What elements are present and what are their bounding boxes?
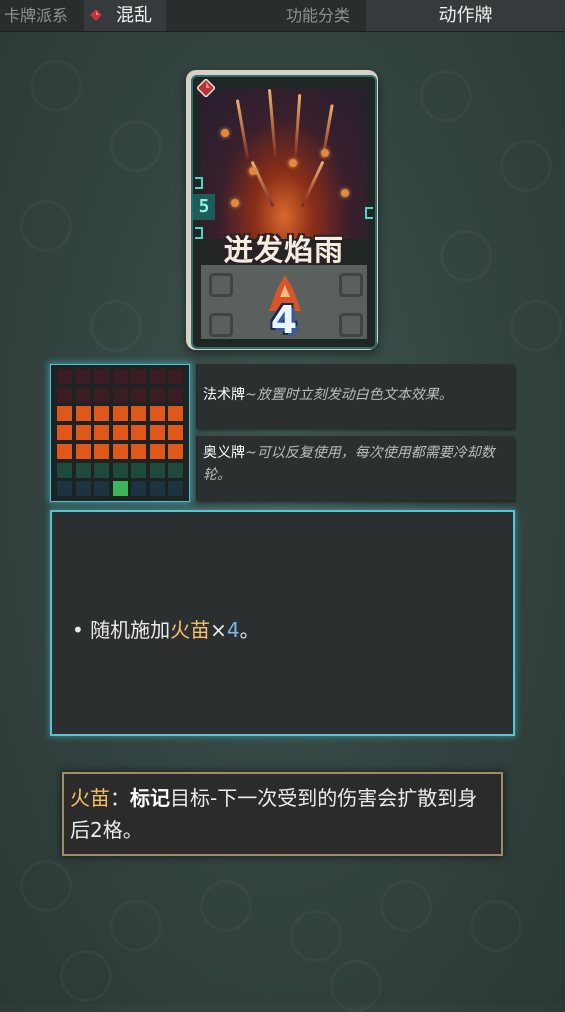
grid-cell (168, 462, 183, 478)
grid-cell (94, 369, 109, 384)
rune-icon (365, 207, 373, 219)
grid-cell (112, 425, 128, 441)
tooltip-term: 火苗 (70, 786, 110, 810)
function-selector[interactable]: 动作牌 (366, 0, 565, 31)
faction-selector[interactable]: 混乱 (84, 0, 166, 31)
grid-cell (112, 369, 128, 384)
effect-prefix: 随机施加 (90, 618, 171, 642)
grid-cell (131, 369, 146, 384)
grid-cell (149, 369, 165, 384)
card-face: 5 迸发焰雨 4 (191, 75, 377, 349)
grid-cell (149, 443, 165, 459)
grid-cell (57, 369, 72, 384)
grid-cell (168, 387, 183, 403)
grid-cell (57, 425, 72, 441)
card-preview: 5 迸发焰雨 4 (186, 70, 378, 350)
grid-cell (94, 462, 109, 478)
card-cost: 5 (193, 194, 215, 220)
rune-icon (195, 177, 203, 189)
grid-cell (94, 387, 109, 403)
grid-cell (168, 425, 183, 441)
info-text: ~放置时立刻发动白色文本效果。 (245, 387, 453, 403)
grid-cell (57, 462, 72, 478)
grid-cell (94, 481, 109, 497)
grid-cell (149, 406, 165, 422)
effect-keyword[interactable]: 火苗 (170, 618, 210, 642)
bullet: • (72, 618, 84, 642)
info-spell-card: 法术牌~放置时立刻发动白色文本效果。 (196, 364, 514, 428)
grid-cell (75, 406, 91, 422)
top-filter-bar: 卡牌派系 混乱 功能分类 动作牌 (0, 0, 565, 32)
grid-cell (168, 481, 183, 497)
grid-cell (75, 369, 91, 384)
grid-cell (112, 406, 128, 422)
grid-cell (57, 387, 72, 403)
grid-cell (57, 443, 72, 459)
grid-cell (131, 481, 146, 497)
grid-cell (149, 481, 165, 497)
grid-cell (112, 387, 128, 403)
grid-cell (94, 425, 109, 441)
grid-cell (94, 443, 109, 459)
faction-value: 混乱 (116, 5, 152, 26)
grid-cell (112, 443, 128, 459)
card-count: 4 (270, 298, 298, 342)
grid-cell (57, 406, 72, 422)
effect-line: • 随机施加火苗×4。 (72, 614, 260, 643)
range-grid (50, 364, 190, 502)
info-keyword: 法术牌 (203, 387, 245, 403)
grid-cell (149, 462, 165, 478)
grid-cell (149, 387, 165, 403)
grid-cell (75, 462, 91, 478)
tooltip-bold: 标记 (130, 786, 170, 810)
effect-suffix: 。 (239, 618, 260, 642)
grid-cell (168, 406, 183, 422)
function-label: 功能分类 (286, 6, 351, 25)
effect-description: • 随机施加火苗×4。 (50, 510, 515, 736)
faction-label: 卡牌派系 (4, 6, 69, 25)
info-keyword: 奥义牌 (203, 445, 245, 461)
grid-cell (149, 425, 165, 441)
tooltip-colon: ： (110, 786, 130, 810)
keyword-tooltip: 火苗：标记目标-下一次受到的伤害会扩散到身后2格。 (62, 772, 503, 856)
grid-cell (94, 406, 109, 422)
red-gem-icon (197, 79, 215, 97)
info-text: ~可以反复使用，每次使用都需要冷却数轮。 (203, 445, 495, 483)
effect-amount: 4 (226, 618, 240, 642)
info-ultimate-card: 奥义牌~可以反复使用，每次使用都需要冷却数轮。 (196, 436, 514, 500)
times-sign: × (210, 618, 227, 642)
grid-cell (75, 387, 91, 403)
grid-cell (168, 369, 183, 384)
grid-cell (112, 481, 128, 497)
grid-cell (112, 462, 128, 478)
grid-cell (131, 443, 146, 459)
grid-cell (131, 425, 146, 441)
grid-cell (131, 462, 146, 478)
grid-cell (75, 481, 91, 497)
card-title: 迸发焰雨 (223, 233, 344, 267)
grid-cell (131, 387, 146, 403)
grid-cell (168, 443, 183, 459)
grid-cell (57, 481, 72, 497)
fire-rain-icon (201, 89, 367, 239)
grid-cell (75, 443, 91, 459)
red-gem-icon (90, 9, 102, 21)
grid-cell (131, 406, 146, 422)
grid-cell (75, 425, 91, 441)
